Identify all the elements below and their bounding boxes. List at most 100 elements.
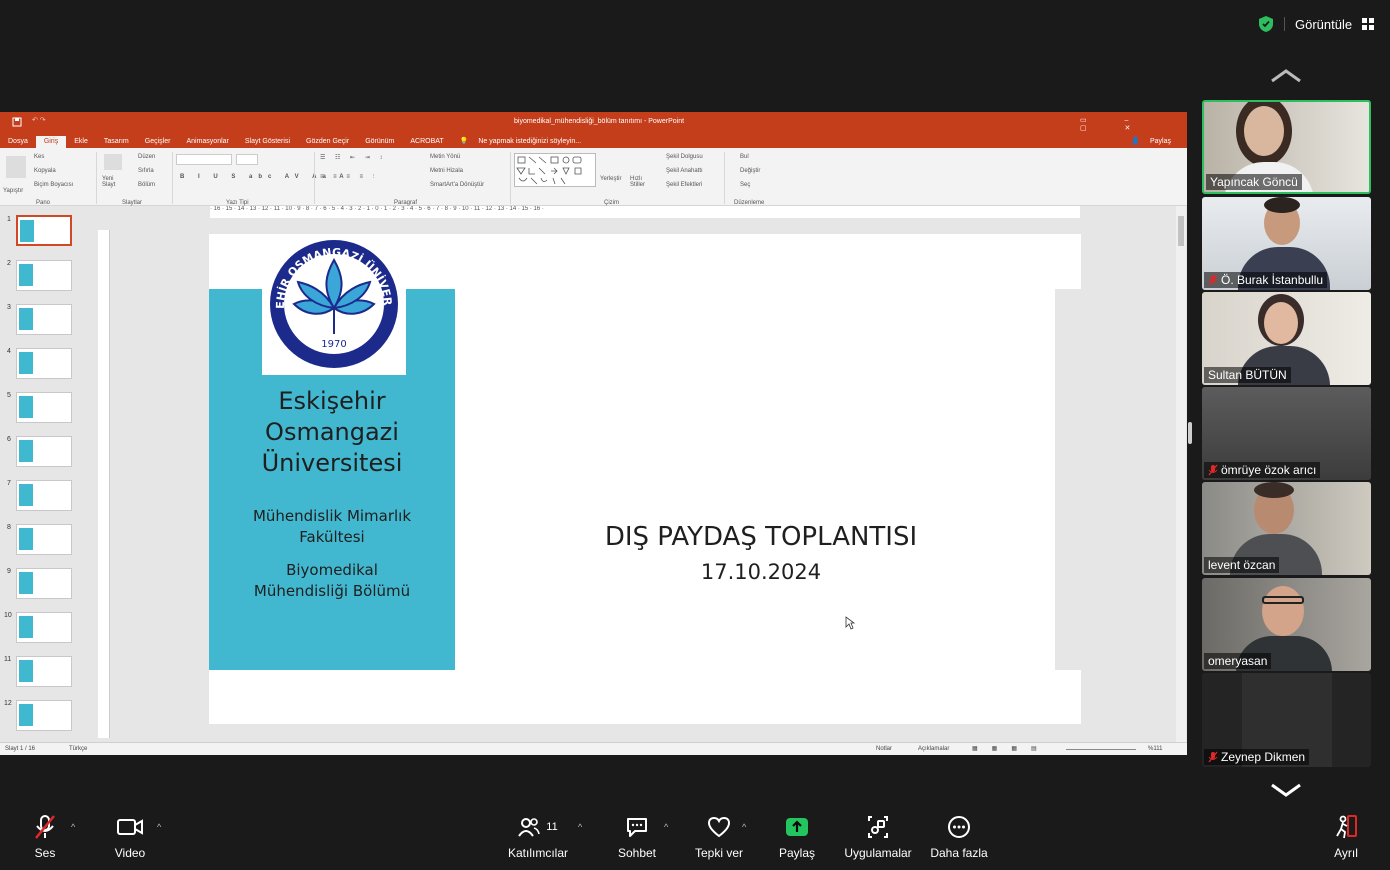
ppt-tab-row: Dosya Giriş Ekle Tasarım Geçişler Animas…: [0, 134, 1187, 148]
scroll-down-chevron-icon[interactable]: [1268, 780, 1304, 800]
security-shield-icon[interactable]: [1258, 15, 1274, 33]
participant-name: Yapıncak Göncü: [1210, 175, 1298, 189]
status-notes: Notlar: [876, 746, 893, 752]
meeting-date: 17.10.2024: [700, 560, 822, 584]
thumb-number: 2: [7, 260, 11, 267]
cut-label: Kes: [34, 154, 45, 160]
participant-hair: [1264, 197, 1300, 213]
new-slide-label: Yeni Slayt: [102, 176, 116, 188]
audio-button[interactable]: Ses: [24, 812, 66, 864]
leave-meeting-icon: [1336, 815, 1357, 839]
participants-button[interactable]: 11 Katılımcılar: [504, 812, 572, 864]
shared-screen: ↶ ↷ biyomedikal_mühendisliği_bölüm tanıt…: [0, 112, 1187, 755]
shape-effects-label: Şekil Efektleri: [666, 182, 703, 188]
participant-name: Zeynep Dikmen: [1221, 750, 1306, 764]
mouse-cursor-icon: [845, 616, 855, 630]
slide-thumbnail: [16, 436, 72, 467]
view-button-label[interactable]: Görüntüle: [1295, 17, 1352, 32]
share-screen-button[interactable]: Paylaş: [776, 812, 818, 864]
faculty-line-1: Mühendislik Mimarlık: [252, 507, 412, 525]
video-button[interactable]: Video: [108, 812, 152, 864]
shape-fill-label: Şekil Dolgusu: [666, 154, 703, 160]
participant-name: Sultan BÜTÜN: [1208, 368, 1287, 382]
participants-options-chevron-icon[interactable]: ^: [578, 822, 582, 832]
leave-button[interactable]: Ayrıl: [1326, 812, 1366, 864]
participant-tile[interactable]: Ö. Burak İstanbullu: [1202, 197, 1371, 290]
apps-button[interactable]: Uygulamalar: [842, 812, 914, 864]
more-label: Daha fazla: [930, 846, 988, 860]
participant-name: ömrüye özok arıcı: [1221, 463, 1317, 477]
participant-name-tag: Yapıncak Göncü: [1206, 174, 1302, 190]
participant-face: [1262, 586, 1304, 636]
slide-thumbnail: [16, 656, 72, 687]
divider: [724, 152, 725, 204]
save-icon: [12, 117, 22, 127]
tab-slayt-gosterisi: Slayt Gösterisi: [244, 138, 290, 145]
slide-thumbnails: 1 2 3 4 5 6 7 8 9 10 11 12: [0, 206, 95, 742]
chat-bubble-icon: [627, 818, 647, 837]
audio-options-chevron-icon[interactable]: ^: [71, 822, 75, 832]
ppt-share-button: 👤 Paylaş: [1123, 135, 1187, 148]
participant-name: omeryasan: [1208, 654, 1268, 668]
participant-name: Ö. Burak İstanbullu: [1221, 273, 1324, 287]
participant-hair: [1254, 482, 1294, 498]
tab-acrobat: ACROBAT: [410, 138, 444, 145]
shapes-gallery: [514, 153, 596, 187]
view-control[interactable]: Görüntüle: [1258, 12, 1375, 36]
slide-thumbnail: [16, 260, 72, 291]
view-grid-icon[interactable]: [1362, 18, 1375, 30]
reactions-options-chevron-icon[interactable]: ^: [742, 822, 746, 832]
thumb-number: 3: [7, 304, 11, 311]
status-zoom: %111: [1148, 746, 1163, 752]
audio-label: Ses: [34, 846, 56, 860]
select-label: Seç: [740, 182, 751, 188]
undo-icon: ↶ ↷: [32, 117, 46, 124]
scroll-up-chevron-icon[interactable]: [1268, 66, 1304, 86]
university-seal-icon: ESKİŞEHİR OSMANGAZİ ÜNİVERSİTESİ 1970: [258, 223, 398, 368]
ppt-vertical-scrollbar: [1176, 206, 1186, 742]
participant-count: 11: [546, 821, 558, 833]
thumb-number: 10: [4, 612, 12, 619]
uni-line-2: Osmangazi: [265, 418, 399, 446]
scroll-thumb: [1178, 216, 1184, 246]
new-slide-icon: [104, 154, 122, 170]
participant-tile[interactable]: levent özcan: [1202, 482, 1371, 575]
divider: [1284, 17, 1285, 31]
tab-gorunum: Görünüm: [365, 138, 395, 145]
participant-tile[interactable]: ömrüye özok arıcı: [1202, 387, 1371, 480]
slide-thumbnail: [16, 700, 72, 731]
participant-tile[interactable]: omeryasan: [1202, 578, 1371, 671]
arrange-label: Yerleştir: [600, 176, 622, 182]
chat-button[interactable]: Sohbet: [612, 812, 662, 864]
tab-giris: Giriş: [35, 136, 67, 148]
ppt-ribbon: Yapıştır Kes Kopyala Biçim Boyacısı Pano…: [0, 148, 1187, 206]
chat-options-chevron-icon[interactable]: ^: [664, 822, 668, 832]
find-label: Bul: [740, 154, 749, 160]
dept-line-2: Mühendisliği Bölümü: [253, 582, 411, 600]
tab-tasarim: Tasarım: [103, 138, 129, 145]
slide-thumbnail: [16, 215, 72, 246]
ppt-window-title: biyomedikal_mühendisliği_bölüm tanıtımı …: [514, 118, 685, 125]
paste-icon: [6, 156, 26, 178]
participant-tile[interactable]: Zeynep Dikmen: [1202, 673, 1371, 767]
zoom-slider: [1066, 749, 1136, 750]
faculty-name: Mühendislik Mimarlık Fakültesi: [209, 506, 455, 548]
participant-name-tag: Zeynep Dikmen: [1204, 749, 1310, 765]
muted-microphone-icon: [35, 815, 55, 839]
panel-resize-handle[interactable]: [1188, 422, 1192, 444]
more-button[interactable]: Daha fazla: [928, 812, 990, 864]
format-painter-label: Biçim Boyacısı: [34, 182, 74, 188]
apps-label: Uygulamalar: [844, 846, 912, 860]
uni-line-1: Eskişehir: [278, 387, 386, 415]
participant-name-tag: levent özcan: [1204, 557, 1280, 573]
reactions-button[interactable]: Tepki ver: [692, 812, 746, 864]
slide-thumbnail: [16, 612, 72, 643]
heart-icon: [707, 816, 731, 838]
video-options-chevron-icon[interactable]: ^: [157, 822, 161, 832]
tell-me-box: 💡 Ne yapmak istediğinizi söyleyin...: [452, 135, 597, 148]
thumb-number: 12: [4, 700, 12, 707]
more-dots-icon: [948, 816, 970, 838]
participant-tile[interactable]: Sultan BÜTÜN: [1202, 292, 1371, 385]
participant-tile[interactable]: Yapıncak Göncü: [1202, 100, 1371, 194]
quick-styles-label: Hızlı Stiller: [630, 176, 646, 188]
